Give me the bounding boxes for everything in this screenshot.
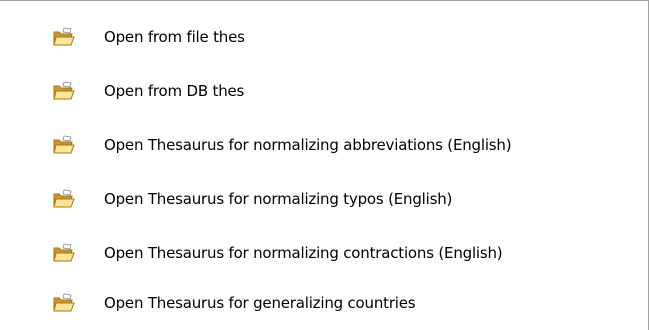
menu-item-open-from-db-thes[interactable]: Open from DB thes [20,73,630,111]
menu-item-label: Open Thesaurus for normalizing abbreviat… [104,136,512,154]
open-folder-icon [53,135,75,154]
thesaurus-open-menu: Open from file thes Open from DB thes Op… [0,0,649,330]
menu-item-normalizing-contractions[interactable]: Open Thesaurus for normalizing contracti… [20,235,630,273]
open-folder-icon [53,81,75,100]
menu-item-label: Open from file thes [104,28,245,46]
menu-item-generalizing-countries[interactable]: Open Thesaurus for generalizing countrie… [20,285,630,323]
open-folder-icon [53,27,75,46]
menu-item-label: Open from DB thes [104,82,245,100]
open-folder-icon [53,293,75,312]
menu-item-label: Open Thesaurus for normalizing typos (En… [104,190,453,208]
menu-item-open-from-file-thes[interactable]: Open from file thes [20,19,630,57]
open-folder-icon [53,243,75,262]
menu-item-normalizing-abbreviations[interactable]: Open Thesaurus for normalizing abbreviat… [20,127,630,165]
menu-item-normalizing-typos[interactable]: Open Thesaurus for normalizing typos (En… [20,181,630,219]
menu-item-label: Open Thesaurus for generalizing countrie… [104,294,416,312]
open-folder-icon [53,189,75,208]
menu-item-label: Open Thesaurus for normalizing contracti… [104,244,503,262]
